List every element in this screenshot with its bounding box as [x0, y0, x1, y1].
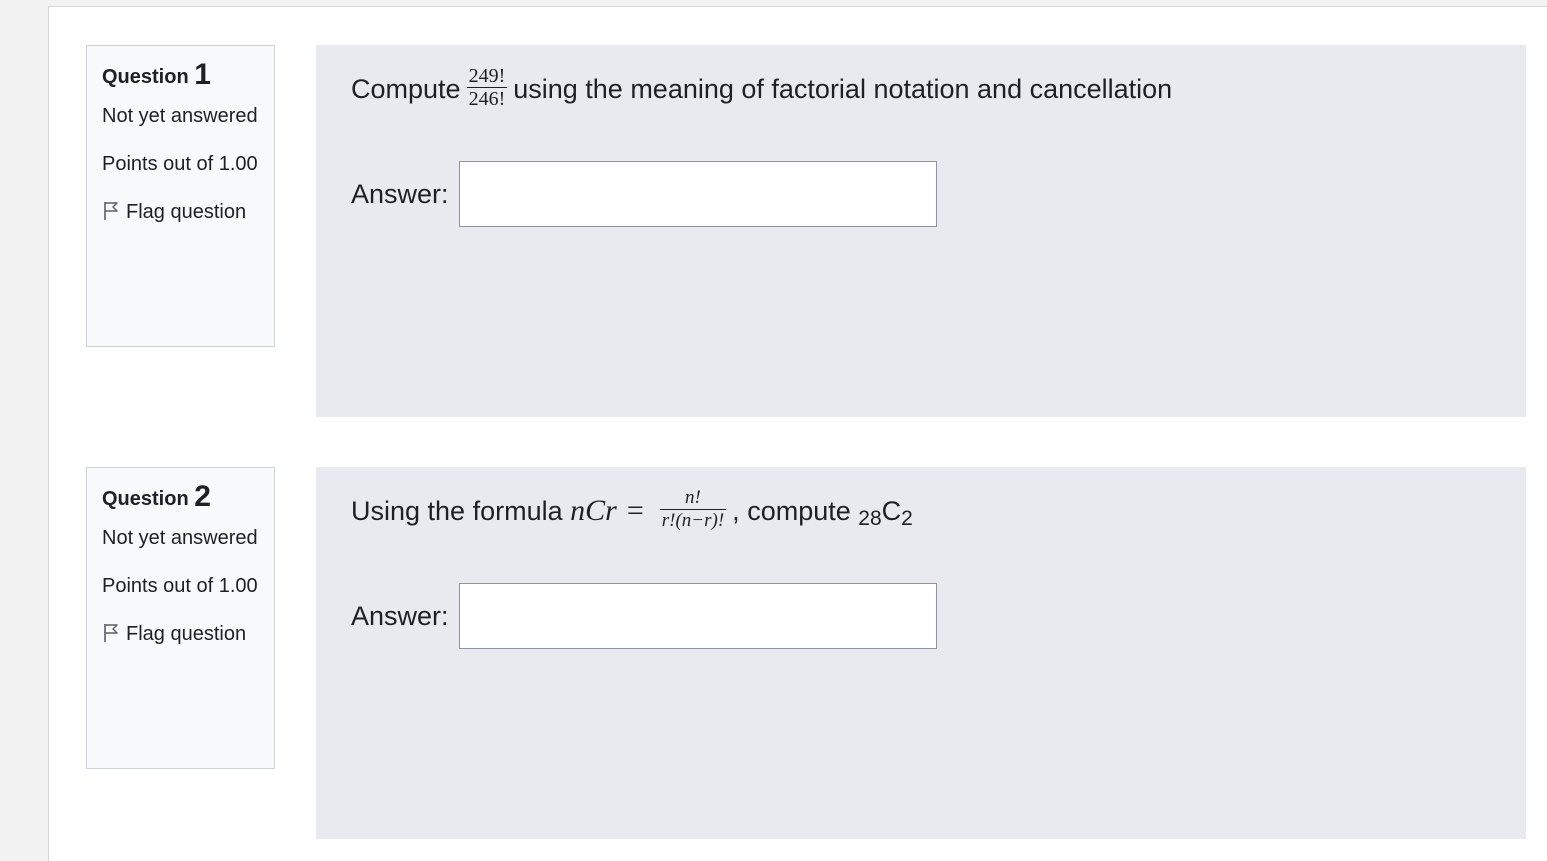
combination-r: 2: [901, 507, 913, 530]
question-info-panel: Question 2 Not yet answered Points out o…: [86, 467, 275, 769]
question-content: Compute 249! 246! using the meaning of fact…: [316, 45, 1526, 417]
question-number: 1: [194, 58, 211, 91]
question-grade: Points out of 1.00: [102, 575, 258, 597]
combination-fraction: n! r!(n−r)!: [659, 487, 727, 532]
question-text-compute: compute: [747, 496, 851, 526]
flag-question-label: Flag question: [126, 623, 247, 645]
formula-lhs: nCr: [570, 494, 617, 527]
question-text: Compute 249! 246! using the meaning of fact…: [351, 65, 1491, 111]
fraction-denominator: r!(n−r)!: [661, 510, 725, 532]
question-text-before: Using the formula: [351, 496, 563, 526]
flag-question-label: Flag question: [126, 201, 247, 223]
answer-label: Answer:: [351, 178, 449, 209]
answer-label: Answer:: [351, 600, 449, 631]
answer-row: Answer:: [351, 161, 937, 227]
formula-equals: =: [626, 494, 644, 527]
flag-icon: [104, 624, 118, 642]
question-info-panel: Question 1 Not yet answered Points out o…: [86, 45, 275, 347]
question-label: Question: [102, 66, 189, 88]
question-text-after: using the meaning of factorial notation …: [513, 74, 1173, 104]
question-number-heading: Question 2: [102, 482, 259, 514]
question-number-heading: Question 1: [102, 60, 259, 92]
combination-formula: nCr =: [570, 494, 654, 527]
answer-input[interactable]: [458, 583, 937, 649]
answer-row: Answer:: [351, 583, 937, 649]
formula-comma: ,: [732, 496, 740, 526]
combination-n: 28: [858, 507, 882, 530]
factorial-fraction: 249! 246!: [466, 65, 508, 111]
question-number: 2: [194, 480, 211, 513]
question-text-before: Compute: [351, 74, 461, 104]
combination-letter: C: [881, 496, 902, 526]
question-text: Using the formula nCr = n! r!(n−r)!, comput…: [351, 487, 1491, 533]
flag-question-link[interactable]: Flag question: [102, 196, 259, 228]
question-grade: Points out of 1.00: [102, 153, 258, 175]
question-label: Question: [102, 488, 189, 510]
question-content: Using the formula nCr = n! r!(n−r)!, comput…: [316, 467, 1526, 839]
question-state: Not yet answered: [102, 105, 258, 127]
quiz-page: Question 1 Not yet answered Points out o…: [48, 6, 1547, 861]
fraction-numerator: 249!: [466, 65, 508, 89]
flag-question-link[interactable]: Flag question: [102, 618, 259, 650]
flag-icon: [104, 202, 118, 220]
answer-input[interactable]: [458, 161, 937, 227]
fraction-numerator: n!: [659, 487, 727, 511]
fraction-denominator: 246!: [468, 88, 506, 111]
question-state: Not yet answered: [102, 527, 258, 549]
